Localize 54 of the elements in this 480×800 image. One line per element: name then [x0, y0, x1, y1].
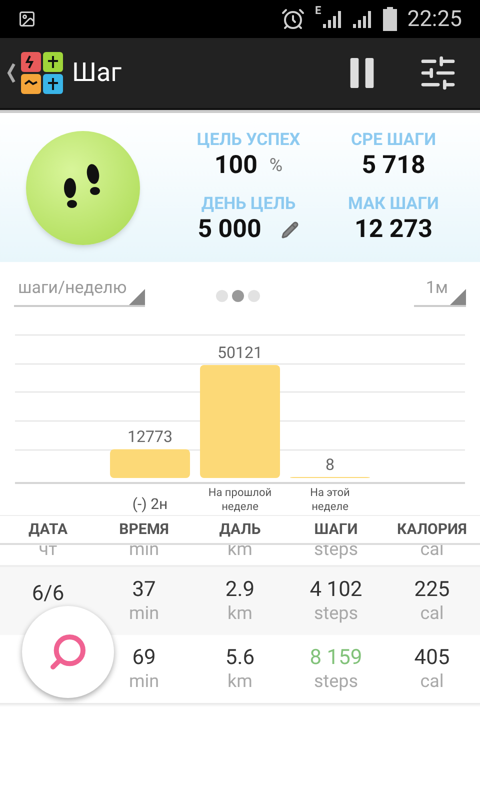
stat-value: 5 718	[362, 150, 426, 182]
column-header: КАЛОРИЯ	[396, 519, 468, 540]
image-icon	[18, 10, 36, 28]
cell-unit: km	[228, 603, 252, 625]
stat-label: СРЕ ШАГИ	[350, 130, 436, 150]
edit-icon[interactable]	[281, 220, 300, 238]
column-header: ДАТА	[27, 519, 69, 540]
stat-value: 100	[214, 150, 258, 182]
cell-unit: km	[228, 671, 252, 693]
cell-value: 405	[414, 645, 450, 671]
search-icon	[48, 632, 88, 672]
bar-value: 50121	[218, 343, 262, 362]
cell-unit: cal	[420, 603, 444, 625]
cell-value: 4 102	[310, 577, 362, 603]
cell-unit: min	[128, 671, 160, 693]
stat-value: 12 273	[354, 214, 432, 246]
signal-icon	[321, 8, 344, 30]
app-title: Шаг	[72, 56, 122, 90]
battery-icon	[383, 7, 398, 31]
signal-icon	[351, 8, 374, 30]
app-logo-icon	[20, 51, 64, 95]
cell-unit: steps	[314, 603, 358, 625]
dropdown-corner-icon	[450, 289, 466, 305]
cell-unit: steps	[314, 671, 358, 693]
category-label: На этой неделе	[310, 486, 350, 513]
bar-value: 12773	[128, 427, 172, 446]
table-row[interactable]: 6/6 37 min 2.9 km 4 102 steps 225 cal	[0, 567, 480, 635]
unit-label: %	[269, 154, 283, 178]
dropdown-corner-icon	[129, 289, 145, 305]
column-header: ВРЕМЯ	[118, 519, 170, 540]
cell-value: 225	[414, 577, 450, 603]
dropdown[interactable]: шаги/неделю	[14, 275, 145, 307]
network-type: E	[315, 3, 322, 19]
category-label: На прошлой неделе	[208, 486, 272, 513]
cell-value: 8 159	[310, 645, 362, 671]
dropdown[interactable]: 1м	[414, 275, 466, 307]
alarm-icon	[281, 7, 306, 31]
stat-label: ДЕНЬ ЦЕЛЬ	[201, 194, 296, 214]
cell-value: 69	[132, 645, 156, 671]
clock: 22:25	[407, 6, 462, 34]
column-header: ШАГИ	[313, 519, 359, 540]
stat-label: ЦЕЛЬ УСПЕХ	[196, 130, 300, 150]
stat-value: 5 000	[198, 214, 262, 246]
cell-value: 6/6	[32, 581, 64, 607]
back-icon[interactable]	[6, 61, 16, 85]
cell-unit: min	[128, 603, 160, 625]
category-label: (-) 2н	[132, 495, 168, 513]
bar-value: 8	[326, 455, 334, 474]
stat-label: МАК ШАГИ	[348, 194, 439, 214]
cell-value: 5.6	[225, 645, 255, 671]
column-header: ДАЛЬ	[218, 519, 262, 540]
cell-value: 2.9	[225, 577, 255, 603]
cell-unit: cal	[420, 671, 444, 693]
cell-value: 37	[132, 577, 156, 603]
